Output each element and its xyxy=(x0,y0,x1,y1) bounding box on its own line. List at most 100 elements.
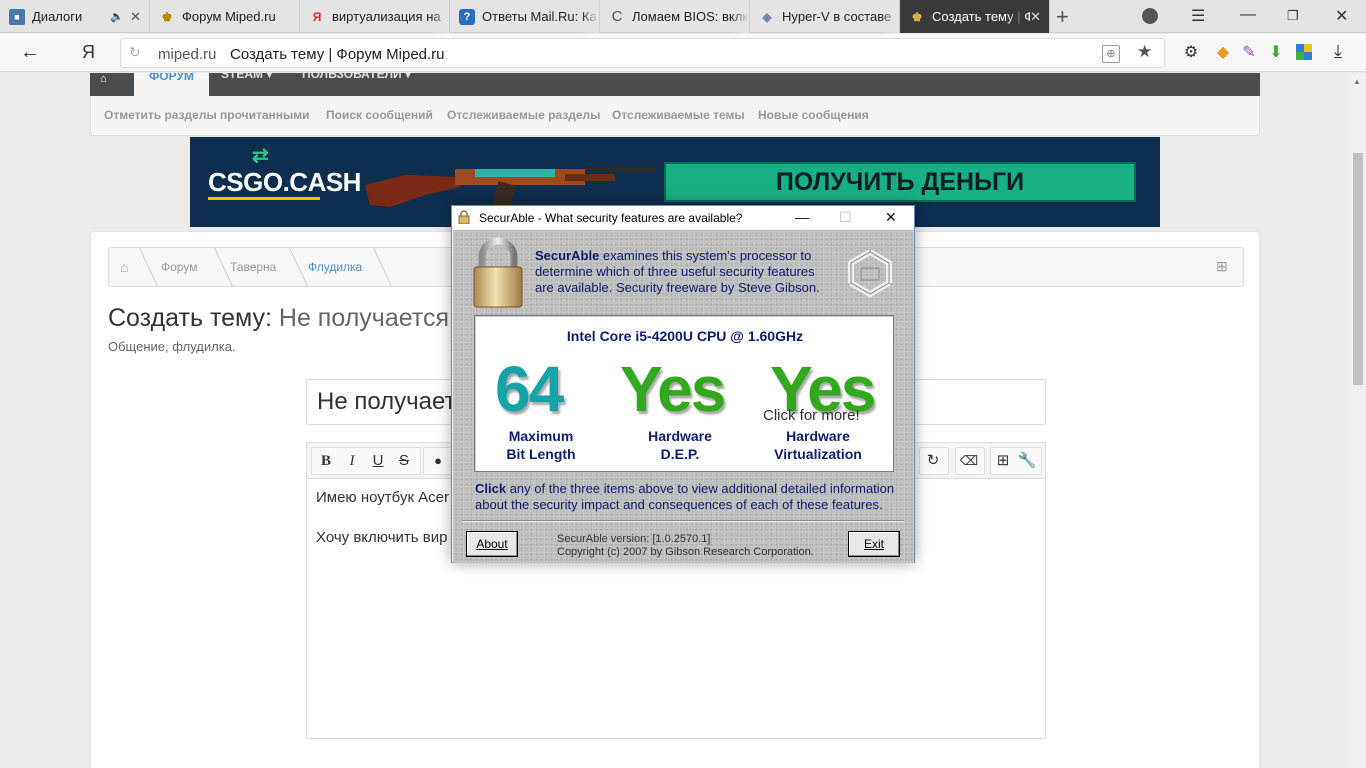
vk-icon: ■ xyxy=(9,8,25,25)
speaker-icon[interactable]: 🔈 xyxy=(110,10,124,23)
version-info: SecurAble version: [1.0.2570.1] Copyrigh… xyxy=(557,533,814,558)
banner-cta[interactable]: ПОЛУЧИТЬ ДЕНЬГИ xyxy=(664,162,1136,202)
nav-forum[interactable]: ФОРУМ xyxy=(134,73,209,96)
pen-icon[interactable]: ✎ xyxy=(1238,41,1260,63)
scroll-thumb[interactable] xyxy=(1353,153,1363,385)
dialog-body: SecurAble examines this system's process… xyxy=(453,230,914,563)
intro-text: SecurAble examines this system's process… xyxy=(535,248,820,295)
insert-icon[interactable]: ⊞ xyxy=(991,449,1015,473)
padlock-icon xyxy=(473,237,523,308)
tab-forum-miped[interactable]: ♚ Форум Miped.ru xyxy=(150,0,300,33)
tab-bios[interactable]: C Ломаем BIOS: вклк xyxy=(600,0,750,33)
dep-label[interactable]: Hardware D.E.P. xyxy=(615,427,745,463)
yandex-icon: Я xyxy=(312,9,322,24)
maximize-icon: ☐ xyxy=(839,209,852,225)
page-scrollbar[interactable]: ▲ xyxy=(1350,73,1366,768)
miped-icon: ♚ xyxy=(161,9,173,24)
url-domain: miped.ru xyxy=(158,46,217,63)
close-tab-icon[interactable]: ✕ xyxy=(1030,9,1041,25)
nav-users[interactable]: ПОЛЬЗОВАТЕЛИ ▾ xyxy=(302,73,411,81)
home-icon[interactable]: ⌂ xyxy=(120,259,128,275)
address-toolbar: ← Я ↻ miped.ru Создать тему | Форум Mipe… xyxy=(0,34,1366,72)
breadcrumb-forum[interactable]: Форум xyxy=(161,260,197,274)
sitemap-icon[interactable]: ⊞ xyxy=(1216,258,1228,275)
forum-subnav: Отметить разделы прочитанными Поиск сооб… xyxy=(90,96,1260,136)
banner-logo: CSGO.CASH xyxy=(208,167,361,197)
page-title: Создать тему: Не получается xyxy=(108,304,449,332)
link-watched-forums[interactable]: Отслеживаемые разделы xyxy=(447,108,600,122)
hyperv-icon: ◈ xyxy=(762,9,772,24)
divider xyxy=(463,520,904,522)
hint-text: Click any of the three items above to vi… xyxy=(475,481,895,512)
tab-mail-answers[interactable]: ? Ответы Mail.Ru: Ка xyxy=(450,0,600,33)
link-new-posts[interactable]: Новые сообщения xyxy=(758,108,869,122)
about-button[interactable]: About xyxy=(466,531,518,557)
close-tab-icon[interactable]: ✕ xyxy=(130,9,141,25)
back-arrow-icon[interactable]: ← xyxy=(20,41,40,64)
virtualization-label[interactable]: Hardware Virtualization xyxy=(753,427,883,463)
breadcrumb-flood[interactable]: Флудилка xyxy=(308,260,362,274)
tab-hyperv[interactable]: ◈ Hyper-V в составе xyxy=(750,0,900,33)
profile-icon[interactable] xyxy=(1142,8,1158,24)
address-input[interactable]: ↻ miped.ru Создать тему | Форум Miped.ru… xyxy=(120,38,1165,68)
link-mark-read[interactable]: Отметить разделы прочитанными xyxy=(104,108,310,122)
italic-button[interactable]: I xyxy=(340,449,364,473)
downloads-icon[interactable]: ⤓ xyxy=(1334,41,1342,62)
color-drop-icon[interactable]: ● xyxy=(426,449,450,473)
lock-icon xyxy=(458,210,470,224)
bookmark-star-icon[interactable]: ★ xyxy=(1137,42,1152,62)
browser-tab-bar: ■ Диалоги 🔈 ✕ ♚ Форум Miped.ru Я виртуал… xyxy=(0,0,1366,33)
nav-steam[interactable]: STEAM ▾ xyxy=(221,73,272,81)
new-tab-icon[interactable]: + xyxy=(1056,4,1069,30)
exchange-arrows-icon: ⇄ xyxy=(252,145,269,167)
tab-create-topic[interactable]: ♚ Создать тему | Ф ✕ xyxy=(900,0,1050,33)
close-dialog-icon[interactable]: ✕ xyxy=(885,209,897,226)
yandex-home-icon[interactable]: Я xyxy=(82,42,95,63)
image-icon[interactable] xyxy=(1293,41,1315,63)
link-watched-threads[interactable]: Отслеживаемые темы xyxy=(612,108,745,122)
restore-icon[interactable]: ❐ xyxy=(1287,8,1299,24)
exit-button[interactable]: Exit xyxy=(848,531,900,557)
eraser-icon[interactable]: ⌫ xyxy=(957,449,981,473)
results-panel: Intel Core i5-4200U CPU @ 1.60GHz 64 Yes… xyxy=(474,315,894,472)
scroll-up-icon[interactable]: ▲ xyxy=(1353,77,1361,86)
underline-button[interactable]: U xyxy=(366,449,390,473)
wrench-icon[interactable]: 🔧 xyxy=(1015,449,1039,473)
mailru-icon: ? xyxy=(459,8,475,25)
close-window-icon[interactable]: ✕ xyxy=(1335,6,1348,26)
redo-icon[interactable]: ↻ xyxy=(921,449,945,473)
minimize-icon[interactable]: — xyxy=(1240,6,1256,24)
click-for-more[interactable]: Click for more! xyxy=(763,407,860,424)
bold-button[interactable]: B xyxy=(314,449,338,473)
download-helper-icon[interactable]: ⬇ xyxy=(1265,41,1287,63)
cpu-name: Intel Core i5-4200U CPU @ 1.60GHz xyxy=(566,328,804,344)
grc-logo-icon xyxy=(848,249,892,298)
reload-icon[interactable]: ↻ xyxy=(129,44,141,61)
film-reel-icon[interactable]: ⚙ xyxy=(1180,41,1202,63)
loading-icon: C xyxy=(611,8,623,25)
securable-dialog: SecurAble - What security features are a… xyxy=(451,205,915,563)
bit-length-value[interactable]: 64 xyxy=(495,352,564,426)
bit-length-label[interactable]: Maximum Bit Length xyxy=(476,427,606,463)
editor-line: Хочу включить вир xyxy=(316,529,448,546)
dialog-title: SecurAble - What security features are a… xyxy=(479,211,743,225)
editor-line: Имею ноутбук Acer xyxy=(316,489,450,506)
home-icon[interactable]: ⌂ xyxy=(100,73,107,85)
forum-nav: ⌂ ФОРУМ STEAM ▾ ПОЛЬЗОВАТЕЛИ ▾ xyxy=(90,73,1260,96)
rifle-image xyxy=(365,167,655,210)
tab-title: Диалоги xyxy=(32,9,83,24)
strike-button[interactable]: S xyxy=(392,449,416,473)
url-page-title: Создать тему | Форум Miped.ru xyxy=(230,46,445,63)
link-search[interactable]: Поиск сообщений xyxy=(326,108,433,122)
adblock-icon[interactable]: ◆ xyxy=(1212,41,1234,63)
menu-icon[interactable]: ☰ xyxy=(1191,6,1205,26)
dep-value[interactable]: Yes xyxy=(620,352,726,426)
tab-virtualization-search[interactable]: Я виртуализация на xyxy=(300,0,450,33)
minimize-icon[interactable]: — xyxy=(795,209,809,225)
dialog-titlebar[interactable]: SecurAble - What security features are a… xyxy=(452,206,914,229)
page-subtitle: Общение, флудилка. xyxy=(108,339,236,354)
translate-icon[interactable]: ⊕ xyxy=(1102,45,1120,63)
breadcrumb-tavern[interactable]: Таверна xyxy=(230,260,276,274)
tab-title: Форум Miped.ru xyxy=(182,9,276,24)
tab-dialogs[interactable]: ■ Диалоги 🔈 ✕ xyxy=(0,0,150,33)
